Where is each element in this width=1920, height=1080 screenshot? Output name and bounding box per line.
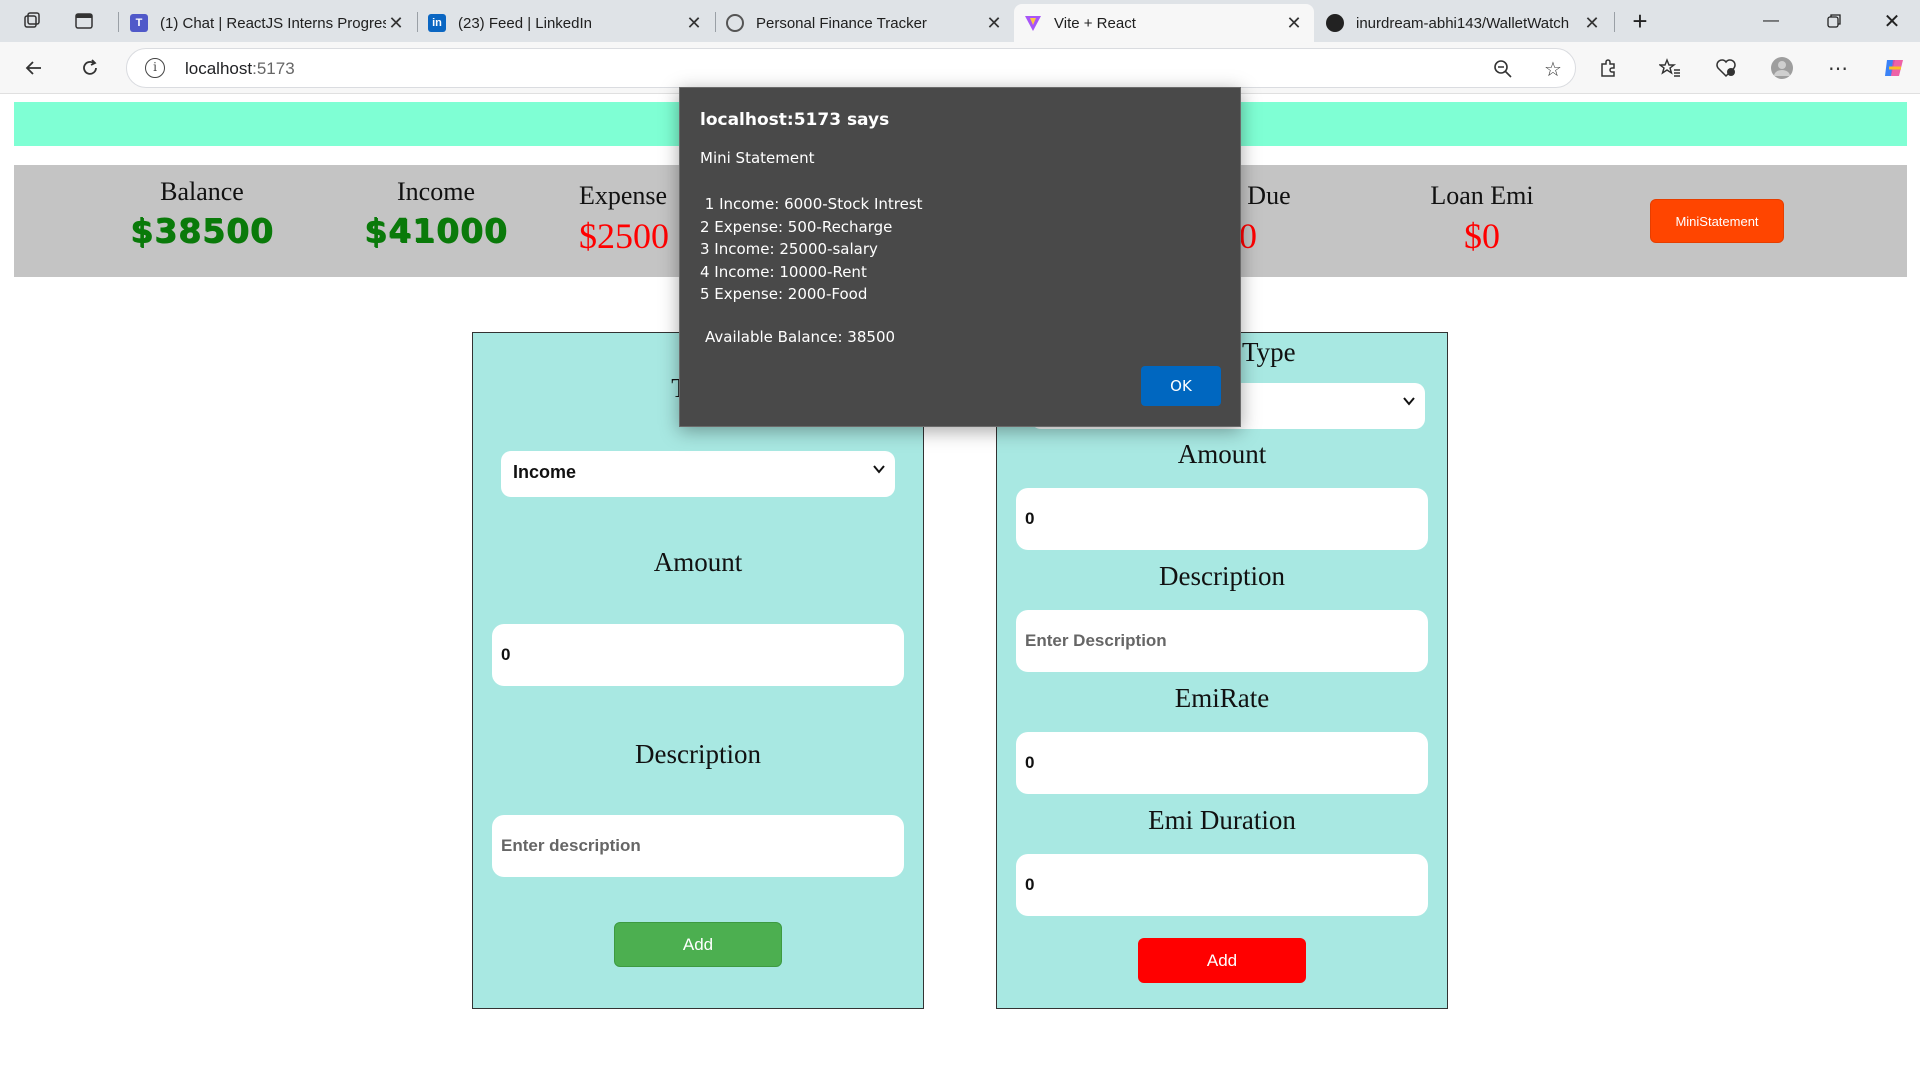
- transaction-form-card: Type Income Amount 0 Description Enter d…: [472, 332, 924, 1009]
- statement-line: 1 Income: 6000-Stock Intrest: [700, 195, 923, 213]
- available-balance-line: Available Balance: 38500: [705, 328, 896, 346]
- loan-description-heading: Description: [1159, 561, 1285, 591]
- close-icon[interactable]: ✕: [1582, 13, 1602, 34]
- income-value: $41000: [364, 211, 508, 250]
- statement-line: 5 Expense: 2000-Food: [700, 285, 868, 304]
- globe-icon: [726, 14, 744, 32]
- loan-form-card: Type Amount 0 Description Enter Descript…: [996, 332, 1448, 1009]
- workspaces-icon[interactable]: [6, 0, 58, 42]
- close-icon[interactable]: ✕: [1284, 13, 1304, 34]
- copilot-icon[interactable]: [1876, 50, 1912, 86]
- close-icon[interactable]: ✕: [684, 13, 704, 34]
- balance-stat: Balance $38500: [102, 177, 302, 250]
- dialog-title: localhost:5173 says: [700, 110, 890, 130]
- mini-statement-button[interactable]: MiniStatement: [1650, 199, 1784, 243]
- tab-title: (23) Feed | LinkedIn: [458, 14, 592, 32]
- tab-github-walletwatch[interactable]: inurdream-abhi143/WalletWatch ✕: [1316, 4, 1612, 42]
- emi-duration-heading: Emi Duration: [1148, 805, 1296, 835]
- loan-description-input[interactable]: Enter Description: [1016, 610, 1428, 672]
- favorites-icon[interactable]: [1652, 50, 1688, 86]
- add-transaction-button[interactable]: Add: [614, 922, 782, 967]
- url-port: :5173: [252, 59, 295, 78]
- close-icon[interactable]: ✕: [386, 13, 406, 34]
- description-heading: Description: [635, 739, 761, 769]
- description-input[interactable]: Enter description: [492, 815, 904, 877]
- income-stat: Income $41000: [336, 177, 536, 250]
- balance-value: $38500: [130, 211, 274, 250]
- loan-emi-value: $0: [1464, 216, 1500, 256]
- minimize-icon[interactable]: —: [1743, 0, 1799, 42]
- address-bar[interactable]: i localhost:5173 ☆: [126, 48, 1576, 88]
- dialog-heading: Mini Statement: [700, 149, 815, 167]
- zoom-icon[interactable]: [1485, 51, 1521, 87]
- refresh-icon[interactable]: [72, 50, 108, 86]
- close-window-icon[interactable]: ✕: [1864, 0, 1920, 42]
- tab-title: (1) Chat | ReactJS Interns Progress: [160, 14, 386, 32]
- new-tab-icon[interactable]: +: [1614, 0, 1666, 42]
- ok-button[interactable]: OK: [1141, 366, 1221, 406]
- restore-icon[interactable]: [1806, 0, 1862, 42]
- chevron-down-icon: [873, 461, 885, 477]
- browser-tab-strip: T (1) Chat | ReactJS Interns Progress ✕ …: [0, 0, 1920, 42]
- favorite-star-icon[interactable]: ☆: [1535, 51, 1571, 87]
- loan-type-heading: Type: [1242, 337, 1296, 367]
- tab-title: inurdream-abhi143/WalletWatch: [1356, 14, 1570, 32]
- loan-emi-label: Loan Emi: [1430, 181, 1534, 210]
- emi-rate-input[interactable]: 0: [1016, 732, 1428, 794]
- profile-avatar-icon[interactable]: [1764, 50, 1800, 86]
- loan-amount-heading: Amount: [1177, 439, 1267, 469]
- statement-line: 3 Income: 25000-salary: [700, 240, 878, 259]
- income-label: Income: [397, 177, 475, 206]
- extensions-icon[interactable]: [1590, 50, 1626, 86]
- statement-line: 2 Expense: 500-Recharge: [700, 217, 893, 236]
- linkedin-icon: in: [428, 14, 446, 32]
- tab-title: Personal Finance Tracker: [756, 14, 927, 32]
- statement-line: 4 Income: 10000-Rent: [700, 262, 867, 281]
- tab-teams-chat[interactable]: T (1) Chat | ReactJS Interns Progress ✕: [120, 4, 416, 42]
- site-info-icon[interactable]: i: [145, 58, 165, 78]
- transaction-type-select[interactable]: Income: [501, 451, 895, 497]
- emi-rate-heading: EmiRate: [1174, 683, 1270, 713]
- transaction-type-value: Income: [513, 462, 577, 482]
- browser-essentials-icon[interactable]: [1708, 50, 1744, 86]
- back-arrow-icon[interactable]: [16, 50, 52, 86]
- alert-dialog: localhost:5173 says Mini Statement 1 Inc…: [679, 87, 1241, 427]
- statement-lines: 1 Income: 6000-Stock Intrest 2 Expense: …: [700, 193, 923, 306]
- loan-emi-stat: Loan Emi $0: [1392, 181, 1572, 257]
- balance-label: Balance: [160, 177, 244, 206]
- tab-linkedin-feed[interactable]: in (23) Feed | LinkedIn ✕: [418, 4, 714, 42]
- tab-vite-react[interactable]: Vite + React ✕: [1014, 4, 1314, 42]
- vertical-tabs-icon[interactable]: [58, 0, 110, 42]
- tab-personal-finance-tracker[interactable]: Personal Finance Tracker ✕: [716, 4, 1014, 42]
- url-host: localhost: [185, 59, 253, 78]
- tab-title: Vite + React: [1054, 14, 1136, 32]
- close-icon[interactable]: ✕: [984, 13, 1004, 34]
- teams-icon: T: [130, 14, 148, 32]
- chevron-down-icon: [1403, 393, 1415, 409]
- more-options-icon[interactable]: ⋯: [1820, 50, 1856, 86]
- emi-duration-input[interactable]: 0: [1016, 854, 1428, 916]
- url-text[interactable]: localhost:5173: [185, 59, 295, 79]
- loan-amount-input[interactable]: 0: [1016, 488, 1428, 550]
- amount-input[interactable]: 0: [492, 624, 904, 686]
- vite-icon: [1024, 14, 1042, 32]
- add-loan-button[interactable]: Add: [1138, 938, 1306, 983]
- github-icon: [1326, 14, 1344, 32]
- amount-heading: Amount: [653, 547, 743, 577]
